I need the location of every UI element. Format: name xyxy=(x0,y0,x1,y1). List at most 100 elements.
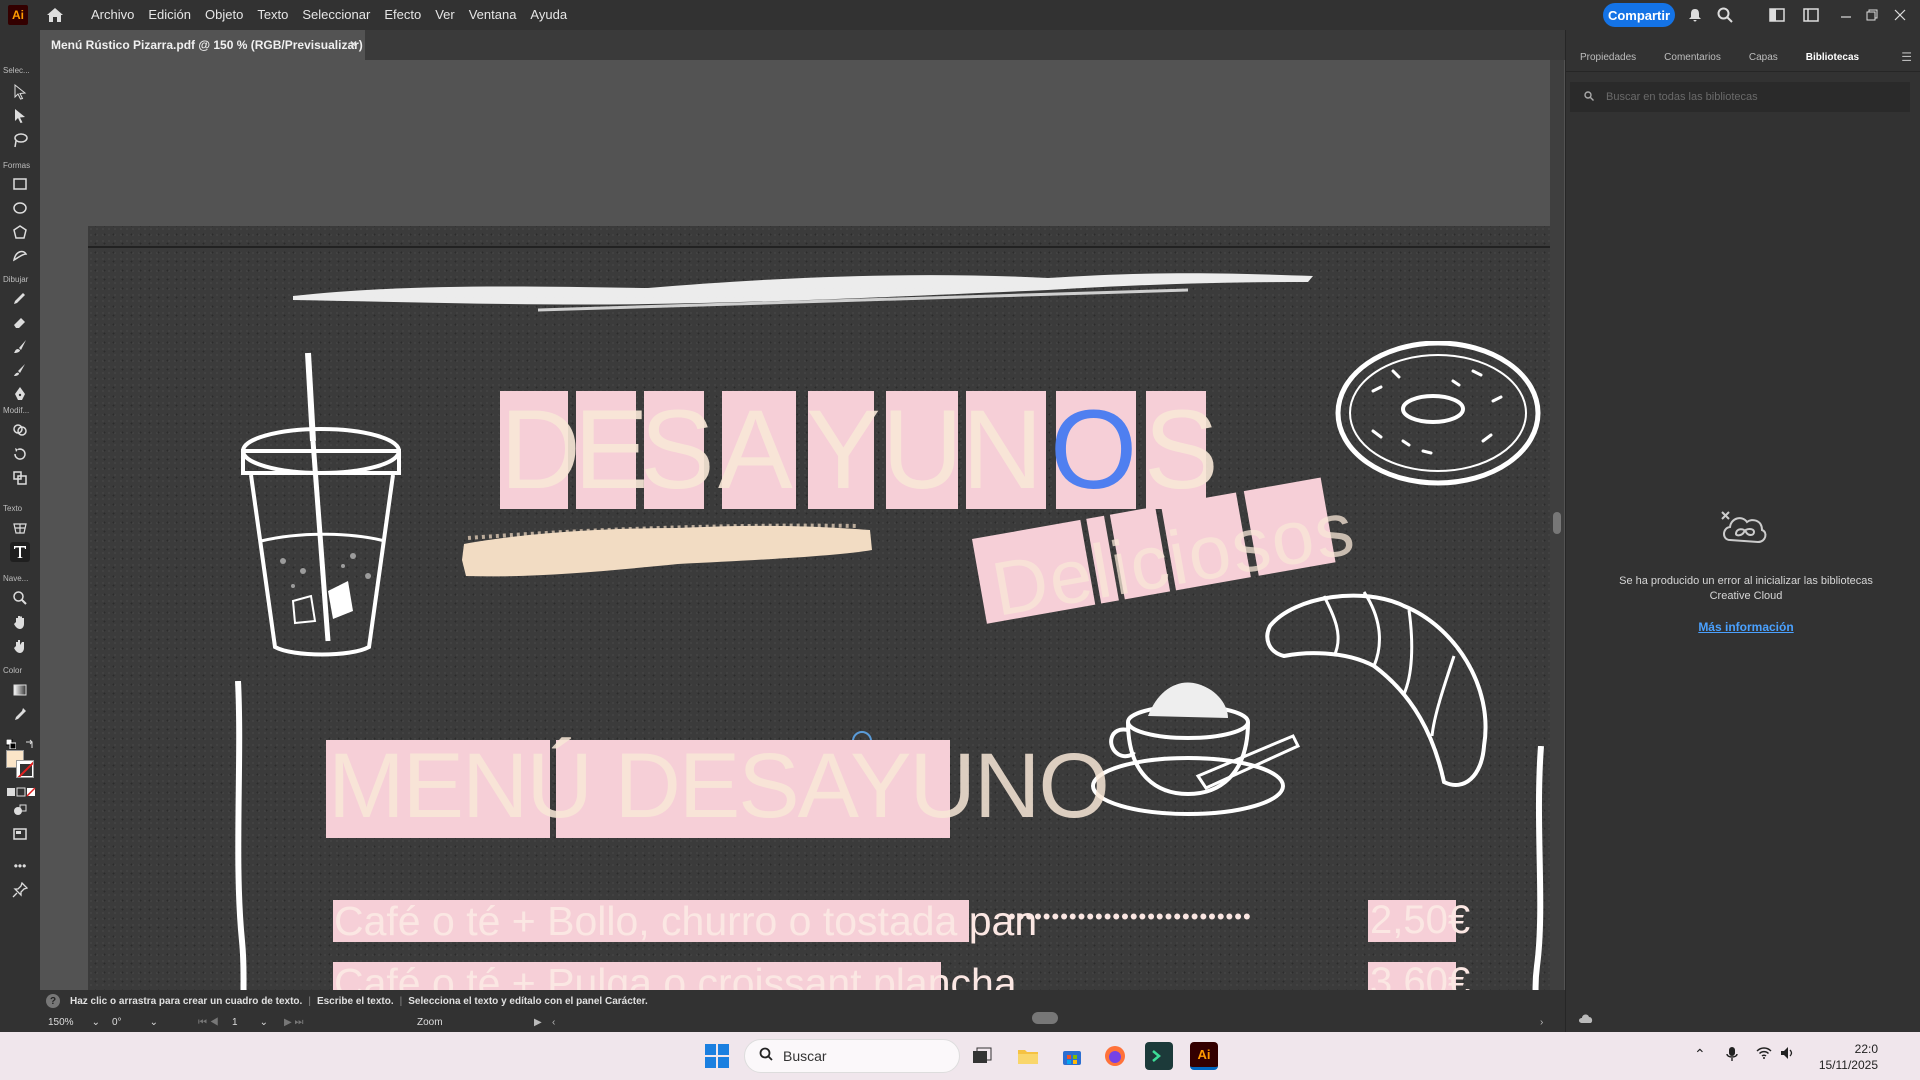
brush-tool-icon[interactable] xyxy=(10,336,30,356)
horizontal-scroll-thumb[interactable] xyxy=(1032,1012,1058,1024)
workspace-icon[interactable] xyxy=(1801,5,1821,25)
default-colors-icon[interactable] xyxy=(5,736,17,750)
chevron-down-icon[interactable]: ⌄ xyxy=(92,1017,100,1028)
share-button[interactable]: Compartir xyxy=(1603,3,1675,27)
canvas-area[interactable]: D E S A Y U N O S Deliciosos MENÚ DESAYU… xyxy=(40,60,1565,990)
first-artboard-icon[interactable]: ⏮ ◀ xyxy=(198,1015,228,1029)
microphone-icon[interactable] xyxy=(1726,1046,1738,1065)
store-icon[interactable] xyxy=(1058,1042,1086,1070)
title-letter[interactable]: S xyxy=(1144,394,1219,506)
artboard[interactable]: D E S A Y U N O S Deliciosos MENÚ DESAYU… xyxy=(88,226,1551,990)
menu-efecto[interactable]: Efecto xyxy=(377,0,428,30)
selection-tool-icon[interactable] xyxy=(10,82,30,102)
tab-layers[interactable]: Capas xyxy=(1735,44,1792,72)
title-letter[interactable]: D xyxy=(500,394,581,506)
menu-ayuda[interactable]: Ayuda xyxy=(523,0,574,30)
menu-item-price[interactable]: 2,50€ xyxy=(1370,898,1470,943)
artboard-field[interactable]: 1 ⌄ xyxy=(232,1015,272,1029)
zoom-field[interactable]: 150% ⌄ xyxy=(48,1015,100,1029)
file-explorer-icon[interactable] xyxy=(1014,1042,1042,1070)
eraser-tool-icon[interactable] xyxy=(10,312,30,332)
polygon-tool-icon[interactable] xyxy=(10,222,30,242)
task-view-icon[interactable] xyxy=(968,1042,996,1070)
menu-edicion[interactable]: Edición xyxy=(141,0,198,30)
title-letter[interactable]: Y xyxy=(806,394,881,506)
pin-icon[interactable] xyxy=(10,880,30,900)
perspective-grid-tool-icon[interactable] xyxy=(10,518,30,538)
pen-tool-icon[interactable] xyxy=(10,384,30,404)
type-tool-icon[interactable] xyxy=(10,542,30,562)
shape-builder-tool-icon[interactable] xyxy=(10,420,30,440)
menu-ver[interactable]: Ver xyxy=(428,0,462,30)
panel-menu-icon[interactable]: ☰ xyxy=(1901,50,1912,64)
chevron-down-icon[interactable]: ⌄ xyxy=(260,1017,268,1028)
title-letter[interactable]: E xyxy=(574,394,649,506)
bell-icon[interactable] xyxy=(1685,5,1705,25)
terminal-app-icon[interactable] xyxy=(1145,1042,1173,1070)
library-search-input[interactable]: Buscar en todas las bibliotecas xyxy=(1570,82,1910,112)
title-letter[interactable]: N xyxy=(962,394,1043,506)
help-icon[interactable]: ? xyxy=(46,994,60,1008)
restore-icon[interactable] xyxy=(1862,5,1882,25)
rotation-field[interactable]: 0° ⌄ xyxy=(112,1015,162,1029)
ellipse-tool-icon[interactable] xyxy=(10,198,30,218)
title-letter-selected[interactable]: O xyxy=(1050,394,1137,506)
swap-colors-icon[interactable] xyxy=(25,736,35,748)
menu-texto[interactable]: Texto xyxy=(250,0,295,30)
close-window-icon[interactable] xyxy=(1890,5,1910,25)
rectangle-tool-icon[interactable] xyxy=(10,174,30,194)
search-icon[interactable] xyxy=(1715,5,1735,25)
scale-tool-icon[interactable] xyxy=(10,468,30,488)
menu-objeto[interactable]: Objeto xyxy=(198,0,250,30)
taskbar-clock[interactable]: 22:0 15/11/2025 xyxy=(1806,1041,1878,1073)
eyedropper-tool-icon[interactable] xyxy=(10,704,30,724)
blob-brush-tool-icon[interactable] xyxy=(10,360,30,380)
tab-properties[interactable]: Propiedades xyxy=(1566,44,1650,72)
tab-comments[interactable]: Comentarios xyxy=(1650,44,1735,72)
lasso-tool-icon[interactable] xyxy=(10,130,30,150)
menu-seleccionar[interactable]: Seleccionar xyxy=(295,0,377,30)
title-letter[interactable]: U xyxy=(882,394,963,506)
document-tab[interactable]: Menú Rústico Pizarra.pdf @ 150 % (RGB/Pr… xyxy=(40,30,365,60)
taskbar-search[interactable]: Buscar xyxy=(744,1039,960,1073)
more-info-link[interactable]: Más información xyxy=(1606,620,1886,634)
arrange-documents-icon[interactable] xyxy=(1767,5,1787,25)
firefox-icon[interactable] xyxy=(1101,1042,1129,1070)
status-menu-arrow-icon[interactable]: ▶ xyxy=(534,1015,542,1029)
hand-tool-icon[interactable] xyxy=(10,612,30,632)
rotate-view-tool-icon[interactable] xyxy=(10,636,30,656)
home-icon[interactable] xyxy=(44,4,66,26)
close-tab-icon[interactable]: × xyxy=(350,37,357,51)
cloud-sync-icon[interactable] xyxy=(1578,1012,1594,1027)
volume-icon[interactable] xyxy=(1780,1046,1796,1063)
wifi-icon[interactable] xyxy=(1756,1046,1772,1062)
vertical-scrollbar[interactable] xyxy=(1550,60,1564,1010)
vertical-scroll-thumb[interactable] xyxy=(1553,512,1561,534)
tab-libraries[interactable]: Bibliotecas xyxy=(1792,44,1873,72)
stroke-color-swatch[interactable] xyxy=(16,760,34,778)
zoom-tool-icon[interactable] xyxy=(10,588,30,608)
menu-ventana[interactable]: Ventana xyxy=(462,0,524,30)
scroll-right-icon[interactable]: › xyxy=(1540,1015,1543,1029)
illustrator-taskbar-icon[interactable]: Ai xyxy=(1190,1042,1218,1070)
gradient-tool-icon[interactable] xyxy=(10,680,30,700)
menu-item-text[interactable]: Café o té + Bollo, churro o tostada pan xyxy=(334,898,1037,945)
color-mode-icons[interactable] xyxy=(6,784,36,797)
more-tools-icon[interactable]: ••• xyxy=(10,856,30,876)
shaper-tool-icon[interactable] xyxy=(10,246,30,266)
menu-archivo[interactable]: Archivo xyxy=(84,0,141,30)
last-artboard-icon[interactable]: ▶ ⏭ xyxy=(284,1015,314,1029)
scroll-left-icon[interactable]: ‹ xyxy=(552,1015,555,1029)
menu-heading-text[interactable]: MENÚ DESAYUNO xyxy=(328,734,1110,839)
minimize-icon[interactable] xyxy=(1836,5,1856,25)
screen-mode-icon[interactable] xyxy=(10,824,30,844)
rotate-tool-icon[interactable] xyxy=(10,444,30,464)
menu-item-price[interactable]: 3,60€ xyxy=(1370,960,1470,990)
title-letter[interactable]: S xyxy=(640,394,715,506)
title-letter[interactable]: A xyxy=(718,394,793,506)
chevron-down-icon[interactable]: ⌄ xyxy=(150,1017,158,1028)
draw-mode-icon[interactable] xyxy=(10,800,30,820)
menu-item-text[interactable]: Café o té + Pulga o croissant plancha xyxy=(334,960,1017,990)
windows-start-icon[interactable] xyxy=(705,1044,729,1068)
tray-chevron-icon[interactable]: ⌃ xyxy=(1694,1046,1706,1063)
